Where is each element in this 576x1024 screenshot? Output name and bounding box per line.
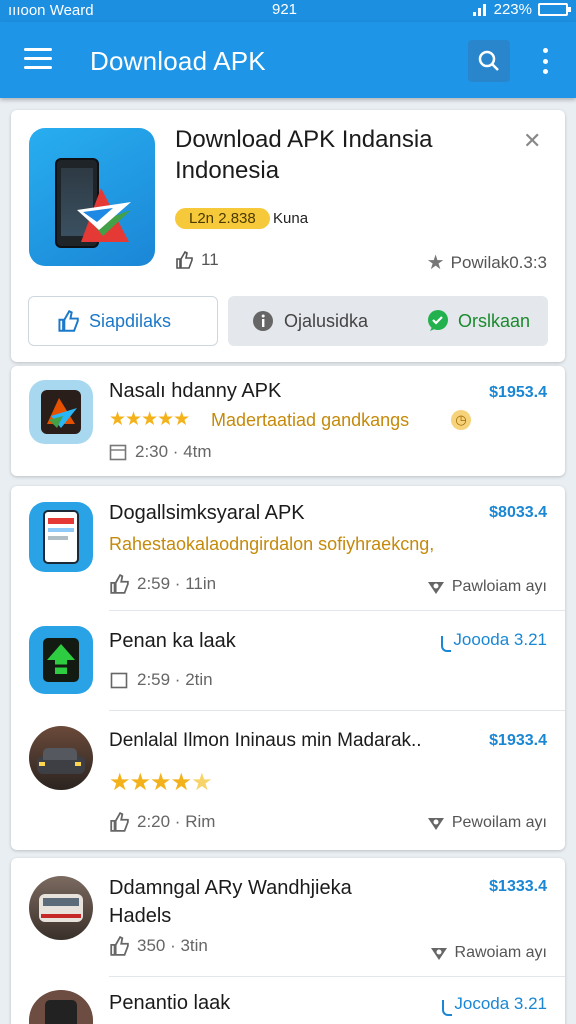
app-price[interactable]: Jocoda 3.21 — [442, 994, 547, 1016]
app-subtitle: Madertaatiad gandkangs — [211, 410, 410, 430]
list-item[interactable]: Penan ka laak Joooda 3.21 2:59 · 2tin — [11, 612, 565, 708]
app-meta: 2:59 · 11in — [109, 574, 216, 594]
app-bar: Download APK — [0, 22, 576, 98]
app-meta: 350 · 3tin — [109, 936, 208, 956]
rating-stars: ★★★★★ — [109, 409, 190, 430]
list-item[interactable]: Ddamngal ARy Wandhjieka Hadels $1333.4 3… — [11, 858, 565, 974]
thumbs-up-icon — [176, 251, 193, 269]
badge-note: Kuna — [273, 210, 309, 227]
version-badge: L2n 2.838 — [175, 208, 270, 229]
app-meta: 2:59 · 2tin — [109, 670, 213, 690]
clock-label: 921 — [272, 1, 298, 18]
app-subtitle: Rahestaokalaodngirdalon sofiyhraekcng, — [109, 534, 435, 554]
phone-app-icon — [29, 502, 93, 572]
download-badge-icon — [430, 948, 447, 960]
app-price[interactable]: Joooda 3.21 — [441, 630, 547, 652]
app-title: Penantio laak — [109, 992, 231, 1014]
search-button[interactable] — [468, 40, 510, 82]
hamburger-menu-icon[interactable] — [24, 48, 52, 70]
app-price: $1953.4 — [489, 384, 547, 401]
status-icons: 223% — [472, 1, 571, 18]
app-list-card[interactable]: Nasalı hdanny APK $1953.4 ★★★★★ Madertaa… — [11, 366, 565, 476]
app-bar-title: Download APK — [90, 46, 266, 76]
download-stat: Pewoilam ayı — [426, 814, 547, 832]
van-app-icon — [29, 876, 93, 940]
download-badge-icon — [427, 582, 444, 594]
like-counter[interactable]: 11 — [175, 250, 219, 270]
thumbs-up-icon — [110, 574, 129, 594]
battery-icon — [538, 3, 571, 16]
rating-stars: ★★★★★ — [109, 769, 213, 796]
list-item[interactable]: Denlalal Ilmon Ininaus min Madarak.. $19… — [11, 712, 565, 850]
app-title: Ddamngal ARy Wandhjieka Hadels — [109, 877, 352, 927]
secondary-action-button[interactable]: Ojalusidka — [252, 310, 368, 332]
star-icon: ★ — [426, 252, 445, 274]
signal-icon — [472, 3, 486, 16]
app-price: $8033.4 — [489, 504, 547, 521]
thumbs-up-icon — [110, 936, 129, 956]
app-title: Penan ka laak — [109, 630, 236, 652]
list-item[interactable]: Dogallsimksyaral APK $8033.4 Rahestaokal… — [11, 486, 565, 608]
download-stat: Pawloiam ayı — [426, 578, 547, 596]
app-title: Dogallsimksyaral APK — [109, 502, 305, 524]
app-list-card: Ddamngal ARy Wandhjieka Hadels $1333.4 3… — [11, 858, 565, 1024]
featured-app-icon — [29, 128, 155, 266]
app-title: Nasalı hdanny APK — [109, 380, 282, 402]
download-stat: Rawoiam ayı — [429, 944, 547, 962]
divider — [109, 710, 565, 711]
secondary-action-bar: Ojalusidka Orslkaan — [228, 296, 548, 346]
green-arrow-app-icon — [29, 626, 93, 694]
clock-badge-icon: ◷ — [451, 410, 471, 430]
app-list-card: Dogallsimksyaral APK $8033.4 Rahestaokal… — [11, 486, 565, 850]
thumbs-up-icon — [110, 812, 129, 832]
download-stat: ★ Powilak0.3:3 — [426, 252, 547, 274]
app-meta: 2:30 · 4tm — [109, 442, 212, 462]
app-meta: 2:20 · Rim — [109, 812, 215, 832]
app-price: $1933.4 — [489, 732, 547, 749]
primary-action-button[interactable]: Siapdilaks — [28, 296, 218, 346]
search-icon — [478, 50, 499, 71]
calendar-icon — [110, 672, 128, 689]
calendar-icon — [109, 444, 127, 461]
status-bar: ıııoon Weard 921 223% — [0, 0, 576, 22]
info-circle-icon — [253, 311, 273, 331]
phone-app-icon — [29, 990, 93, 1024]
close-icon[interactable]: ✕ — [523, 128, 541, 154]
app-title: Denlalal Ilmon Ininaus min Madarak.. — [109, 730, 422, 751]
carrier-label: ıııoon Weard — [8, 2, 94, 19]
divider — [109, 610, 565, 611]
chat-bubble-icon — [428, 310, 448, 331]
divider — [109, 976, 565, 977]
thumbs-up-icon — [58, 310, 79, 332]
app-price: $1333.4 — [489, 878, 547, 895]
tertiary-action-button[interactable]: Orslkaan — [426, 309, 530, 333]
featured-app-card[interactable]: Download APK Indansia Indonesia ✕ L2n 2.… — [11, 110, 565, 362]
featured-app-title: Download APK Indansia Indonesia — [175, 126, 433, 184]
car-app-icon — [29, 726, 93, 790]
list-item[interactable]: Penantio laak Jocoda 3.21 — [11, 978, 565, 1024]
download-badge-icon — [427, 818, 444, 830]
more-options-icon[interactable] — [536, 48, 554, 74]
app-arrow-icon — [29, 380, 93, 444]
battery-percent: 223% — [493, 1, 532, 18]
